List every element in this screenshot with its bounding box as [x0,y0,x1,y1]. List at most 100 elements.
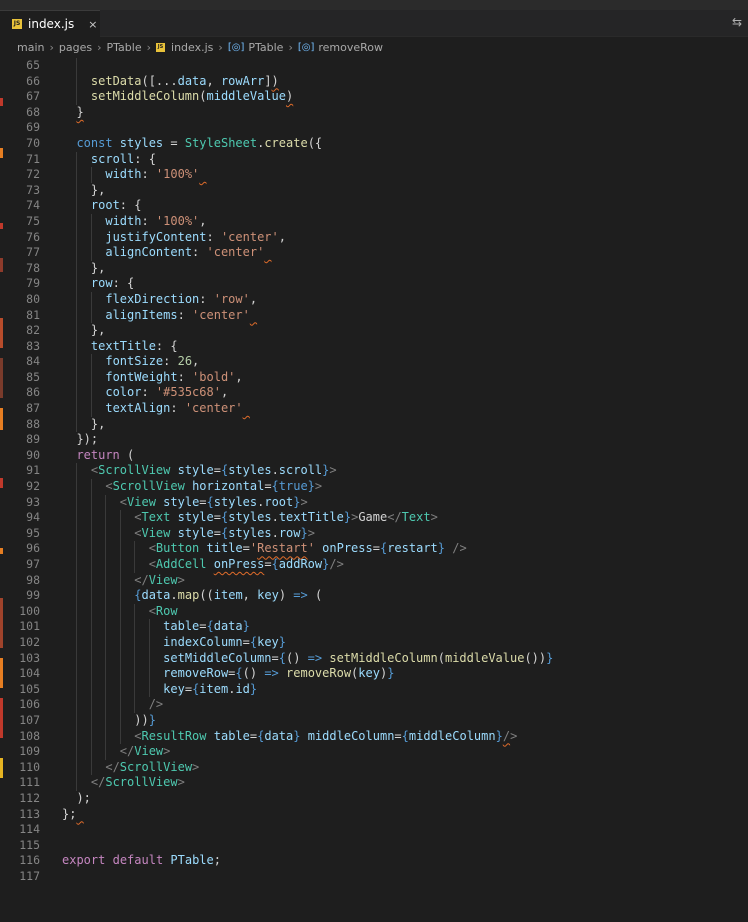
code-line[interactable]: 102 indexColumn={key} [0,634,748,651]
code-line[interactable]: 71 scroll: { [0,151,748,168]
code-text[interactable]: table={data} [62,619,250,635]
code-line[interactable]: 107))} [0,712,748,729]
code-line[interactable]: 68} [0,105,748,121]
code-text[interactable]: }; [62,807,84,823]
tab-index-js[interactable]: JS index.js × [0,10,100,37]
breadcrumb-item[interactable]: pages [59,41,92,54]
code-text[interactable]: <Row [62,603,178,620]
code-text[interactable]: setData([...data, rowArr]) [62,73,279,90]
code-text[interactable]: <Button title='Restart' onPress={restart… [62,541,467,557]
breadcrumb-item[interactable]: main [17,41,44,54]
code-line[interactable]: 66 setData([...data, rowArr]) [0,73,748,90]
code-text[interactable]: fontSize: 26, [62,354,199,370]
code-text[interactable]: setMiddleColumn(middleValue) [62,89,293,105]
breadcrumb-item[interactable]: PTable [248,41,283,54]
close-icon[interactable]: × [88,18,97,31]
code-line[interactable]: 77 alignContent: 'center' [0,245,748,261]
code-line[interactable]: 93 <View style={styles.root}> [0,494,748,511]
code-text[interactable]: }, [62,323,105,339]
code-line[interactable]: 65 [0,58,748,74]
breadcrumb-item[interactable]: PTable [107,41,142,54]
code-line[interactable]: 100 <Row [0,603,748,620]
code-line[interactable]: 67 setMiddleColumn(middleValue) [0,89,748,105]
code-line[interactable]: 75 width: '100%', [0,213,748,230]
code-text[interactable]: const styles = StyleSheet.create({ [62,136,322,152]
code-editor[interactable]: 65 66 setData([...data, rowArr]) 67 setMiddl… [0,58,748,922]
code-line[interactable]: 69 [0,120,748,136]
code-text[interactable]: </View> [62,572,185,589]
code-line[interactable]: 86 color: '#535c68', [0,385,748,402]
code-text[interactable]: <ScrollView style={styles.scroll}> [62,463,337,480]
code-text[interactable]: <AddCell onPress={addRow}/> [62,557,344,573]
code-text[interactable]: </View> [62,744,170,760]
code-line[interactable]: 88}, [0,416,748,433]
code-text[interactable]: textAlign: 'center' [62,401,250,417]
code-line[interactable]: 108 <ResultRow table={data} middleColumn=… [0,728,748,745]
code-line[interactable]: 113}; [0,807,748,823]
code-text[interactable]: ))} [62,712,156,729]
code-text[interactable]: }); [62,432,98,448]
code-text[interactable]: } [62,105,83,121]
code-line[interactable]: 91 <ScrollView style={styles.scroll}> [0,463,748,480]
code-text[interactable]: width: '100%' [62,167,207,183]
code-line[interactable]: 83 textTitle: { [0,338,748,355]
code-line[interactable]: 117 [0,869,748,885]
code-text[interactable] [62,120,76,136]
code-text[interactable]: {data.map((item, key) => ( [62,588,322,604]
code-line[interactable]: 99 {data.map((item, key) => ( [0,588,748,604]
code-text[interactable]: key={item.id} [62,681,257,698]
code-text[interactable]: setMiddleColumn={() => setMiddleColumn(m… [62,650,553,667]
code-text[interactable]: </ScrollView> [62,775,185,791]
compare-icon[interactable]: ⇆ [732,15,742,29]
code-line[interactable]: 112); [0,791,748,807]
code-line[interactable]: 92 <ScrollView horizontal={true}> [0,479,748,495]
code-text[interactable]: row: { [62,276,134,292]
code-line[interactable]: 94 <Text style={styles.textTitle}>Game</T… [0,510,748,526]
code-line[interactable]: 73}, [0,182,748,199]
code-text[interactable]: return ( [62,448,134,464]
code-line[interactable]: 115 [0,838,748,854]
code-line[interactable]: 105 key={item.id} [0,681,748,698]
code-line[interactable]: 103 setMiddleColumn={() => setMiddleColum… [0,650,748,667]
code-line[interactable]: 106 /> [0,697,748,713]
code-text[interactable]: justifyContent: 'center', [62,229,286,246]
code-line[interactable]: 98 </View> [0,572,748,589]
code-line[interactable]: 79 row: { [0,276,748,292]
code-text[interactable]: <View style={styles.row}> [62,525,315,542]
code-text[interactable]: <Text style={styles.textTitle}>Game</Tex… [62,510,438,526]
code-text[interactable]: ); [62,791,90,807]
code-line[interactable]: 111 </ScrollView> [0,775,748,791]
code-line[interactable]: 74 root: { [0,198,748,214]
code-text[interactable]: removeRow={() => removeRow(key)} [62,666,394,682]
code-text[interactable]: alignContent: 'center' [62,245,272,261]
code-text[interactable]: root: { [62,198,141,214]
code-line[interactable]: 101 table={data} [0,619,748,635]
code-line[interactable]: 72 width: '100%' [0,167,748,183]
code-line[interactable]: 85 fontWeight: 'bold', [0,369,748,386]
code-line[interactable]: 80 flexDirection: 'row', [0,291,748,308]
code-text[interactable]: }, [62,416,105,433]
code-line[interactable]: 82}, [0,323,748,339]
code-line[interactable]: 89}); [0,432,748,448]
code-line[interactable]: 87 textAlign: 'center' [0,401,748,417]
code-line[interactable]: 104 removeRow={() => removeRow(key)} [0,666,748,682]
code-text[interactable]: /> [62,697,163,713]
code-line[interactable]: 95 <View style={styles.row}> [0,525,748,542]
breadcrumb-item[interactable]: index.js [171,41,213,54]
code-text[interactable]: fontWeight: 'bold', [62,369,243,386]
code-text[interactable]: <ResultRow table={data} middleColumn={mi… [62,728,517,745]
code-line[interactable]: 109 </View> [0,744,748,760]
code-text[interactable]: flexDirection: 'row', [62,291,257,308]
code-text[interactable]: <ScrollView horizontal={true}> [62,479,322,495]
code-text[interactable]: indexColumn={key} [62,634,286,651]
code-line[interactable]: 70 const styles = StyleSheet.create({ [0,136,748,152]
code-line[interactable]: 78}, [0,260,748,277]
code-text[interactable]: color: '#535c68', [62,385,228,402]
code-content[interactable]: 65 66 setData([...data, rowArr]) 67 setMiddl… [0,58,748,884]
code-line[interactable]: 110 </ScrollView> [0,759,748,776]
code-line[interactable]: 84 fontSize: 26, [0,354,748,370]
code-line[interactable]: 76 justifyContent: 'center', [0,229,748,246]
code-text[interactable]: width: '100%', [62,213,207,230]
code-text[interactable]: alignItems: 'center' [62,307,257,324]
code-line[interactable]: 114 [0,822,748,838]
